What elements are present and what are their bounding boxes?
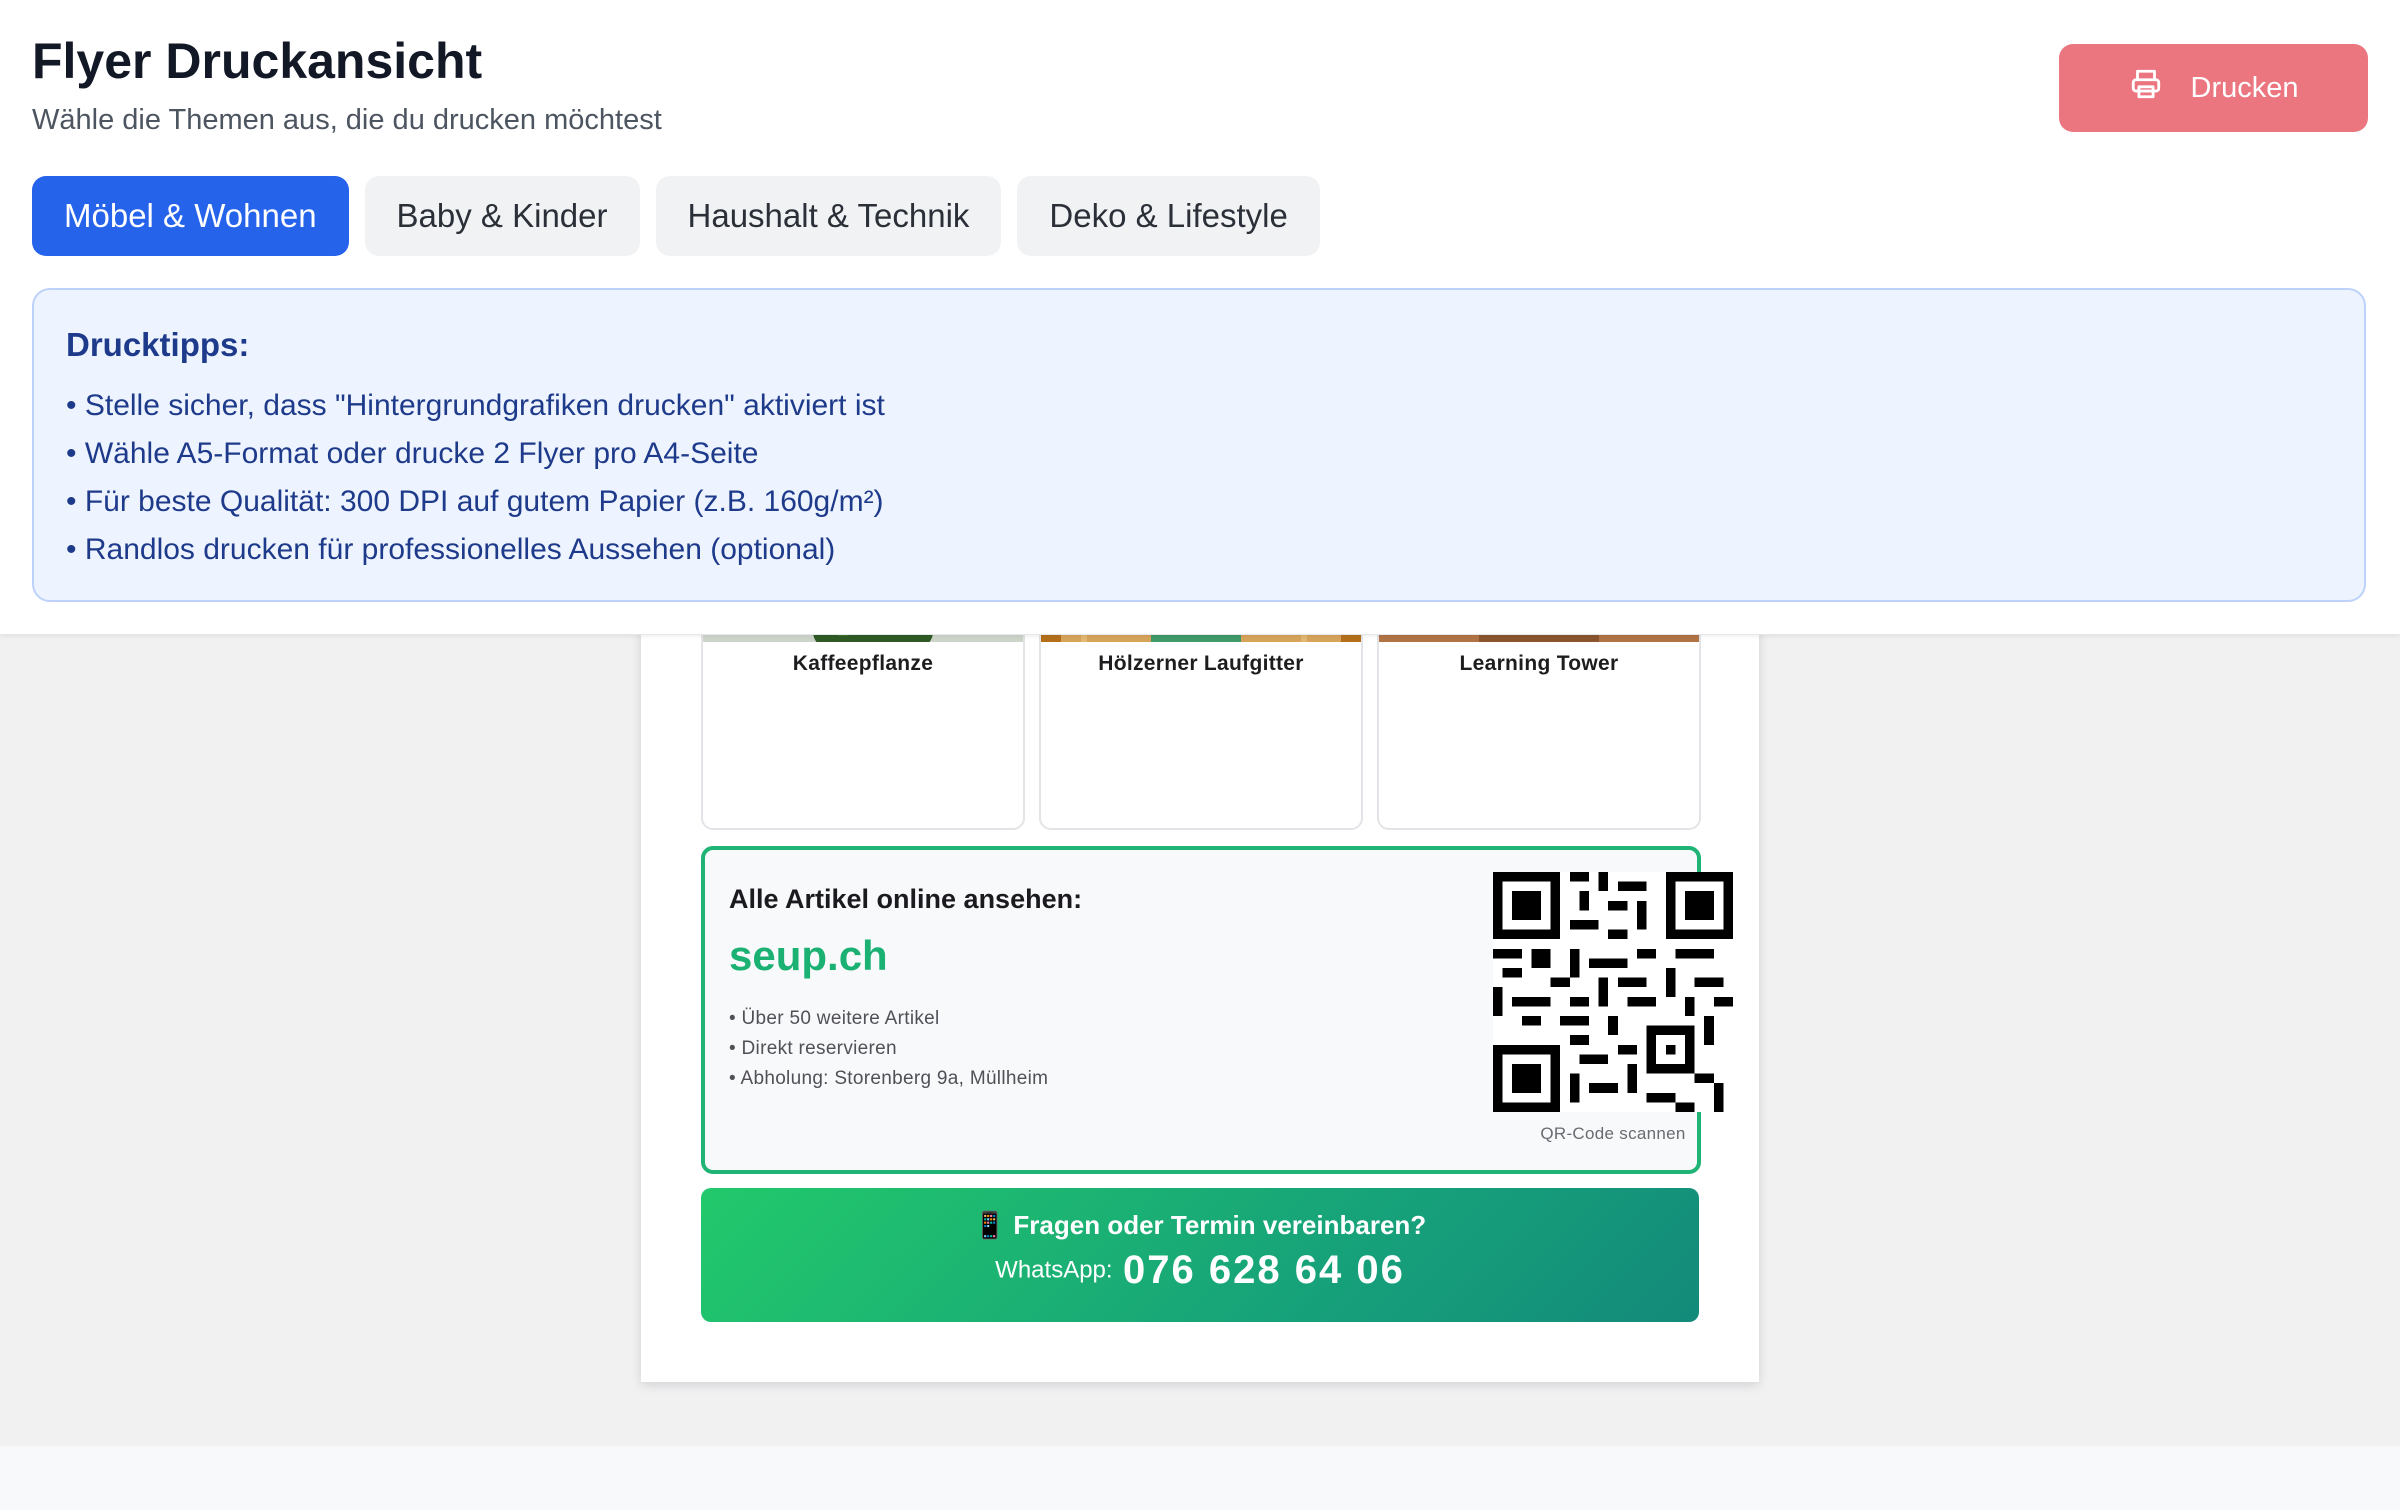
product-name: Kaffeepflanze xyxy=(792,652,934,675)
tips-title: Drucktipps: xyxy=(66,326,250,363)
tips-list: Stelle sicher, dass "Hintergrundgrafiken… xyxy=(66,382,885,574)
page-footer-band xyxy=(0,1446,2400,1510)
whatsapp-contact-banner: 📱 Fragen oder Termin vereinbaren? WhatsA… xyxy=(701,1188,1699,1322)
printer-icon xyxy=(2129,67,2163,109)
page-subtitle: Wähle die Themen aus, die du drucken möc… xyxy=(32,104,662,136)
print-button-label: Drucken xyxy=(2190,71,2299,104)
whatsapp-number: 076 628 64 06 xyxy=(1123,1248,1405,1292)
tip-item: Stelle sicher, dass "Hintergrundgrafiken… xyxy=(66,382,885,430)
tip-item: Wähle A5-Format oder drucke 2 Flyer pro … xyxy=(66,430,885,478)
page-title: Flyer Druckansicht xyxy=(32,33,483,89)
tab-baby-kinder[interactable]: Baby & Kinder xyxy=(364,176,640,256)
list-item: Über 50 weitere Artikel xyxy=(729,1004,1048,1034)
online-heading: Alle Artikel online ansehen: xyxy=(729,884,1083,914)
flyer-preview: Kaffeepflanze Hölzerner Laufgitter Learn… xyxy=(641,500,1759,1382)
online-box: Alle Artikel online ansehen: seup.ch Übe… xyxy=(701,846,1733,1174)
whatsapp-label: WhatsApp: xyxy=(995,1256,1113,1284)
tab-deko-lifestyle[interactable]: Deko & Lifestyle xyxy=(1017,176,1320,256)
print-button[interactable]: Drucken xyxy=(2059,44,2368,132)
print-tips-box: Drucktipps: Stelle sicher, dass "Hinterg… xyxy=(32,288,2366,602)
tip-item: Randlos drucken für professionelles Auss… xyxy=(66,526,885,574)
website-link[interactable]: seup.ch xyxy=(729,932,888,980)
contact-heading: 📱 Fragen oder Termin vereinbaren? xyxy=(973,1210,1427,1240)
tab-haushalt-technik[interactable]: Haushalt & Technik xyxy=(655,176,1002,256)
qr-caption: QR-Code scannen xyxy=(1540,1124,1686,1143)
contact-line: WhatsApp: 076 628 64 06 xyxy=(701,1248,1699,1293)
product-name: Learning Tower xyxy=(1459,652,1619,675)
print-header: Flyer Druckansicht Wähle die Themen aus,… xyxy=(0,0,2400,635)
list-item: Abholung: Storenberg 9a, Müllheim xyxy=(729,1064,1048,1094)
topic-tabs: Möbel & Wohnen Baby & Kinder Haushalt & … xyxy=(32,176,1320,256)
tip-item: Für beste Qualität: 300 DPI auf gutem Pa… xyxy=(66,478,885,526)
online-bullet-list: Über 50 weitere Artikel Direkt reservier… xyxy=(729,1004,1048,1094)
list-item: Direkt reservieren xyxy=(729,1034,1048,1064)
qr-code-icon xyxy=(1493,872,1733,1112)
tab-moebel-wohnen[interactable]: Möbel & Wohnen xyxy=(32,176,349,256)
product-name: Hölzerner Laufgitter xyxy=(1098,652,1304,675)
